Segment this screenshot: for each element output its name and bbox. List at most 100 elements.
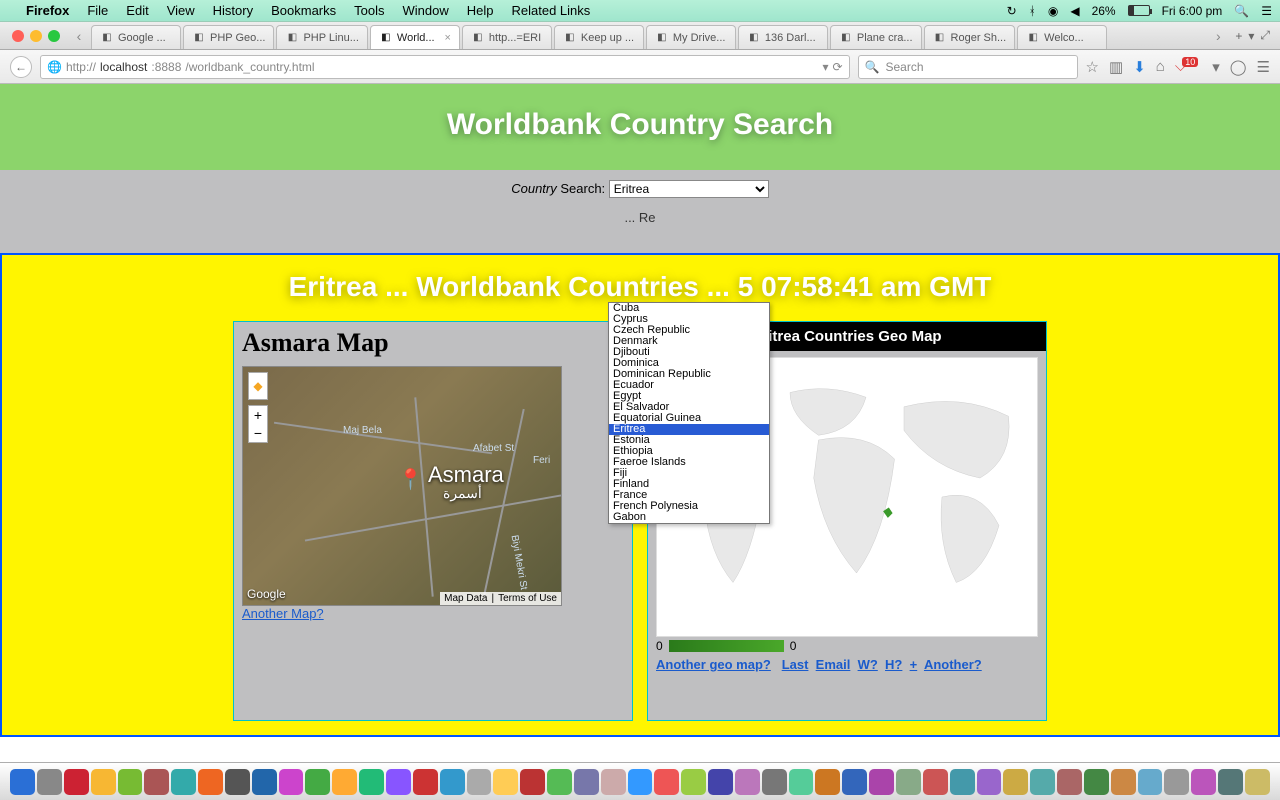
battery-icon[interactable] bbox=[1128, 5, 1150, 16]
map-terms-link[interactable]: Terms of Use bbox=[498, 593, 557, 604]
pocket-icon[interactable]: ⌵10 bbox=[1175, 58, 1202, 75]
volume-icon[interactable]: ◀ bbox=[1070, 4, 1079, 18]
dock-app-icon[interactable] bbox=[252, 769, 277, 795]
dock-app-icon[interactable] bbox=[681, 769, 706, 795]
dock-app-icon[interactable] bbox=[842, 769, 867, 795]
dock-app-icon[interactable] bbox=[977, 769, 1002, 795]
dock-app-icon[interactable] bbox=[467, 769, 492, 795]
browser-tab[interactable]: ◧http...=ERI bbox=[462, 25, 552, 49]
link-email[interactable]: Email bbox=[816, 657, 851, 672]
reader-mode-icon[interactable]: ▾ bbox=[822, 60, 828, 74]
link-another-geo[interactable]: Another geo map? bbox=[656, 657, 771, 672]
dock-app-icon[interactable] bbox=[305, 769, 330, 795]
dock-app-icon[interactable] bbox=[440, 769, 465, 795]
timemachine-icon[interactable]: ↻ bbox=[1007, 4, 1017, 18]
dock-app-icon[interactable] bbox=[1138, 769, 1163, 795]
reload-button[interactable]: ⟳ bbox=[832, 60, 842, 74]
dock-app-icon[interactable] bbox=[547, 769, 572, 795]
browser-tab[interactable]: ◧PHP Linu... bbox=[276, 25, 367, 49]
menu-help[interactable]: Help bbox=[467, 3, 494, 18]
dock-app-icon[interactable] bbox=[1218, 769, 1243, 795]
menubar-app[interactable]: Firefox bbox=[26, 3, 69, 18]
dock-app-icon[interactable] bbox=[654, 769, 679, 795]
dock-app-icon[interactable] bbox=[708, 769, 733, 795]
menu-tools[interactable]: Tools bbox=[354, 3, 384, 18]
dock-app-icon[interactable] bbox=[386, 769, 411, 795]
dock-app-icon[interactable] bbox=[144, 769, 169, 795]
wifi-icon[interactable]: ◉ bbox=[1048, 4, 1058, 18]
search-bar[interactable]: 🔍 Search bbox=[858, 55, 1078, 79]
dock-app-icon[interactable] bbox=[1084, 769, 1109, 795]
dock-app-icon[interactable] bbox=[896, 769, 921, 795]
dock-app-icon[interactable] bbox=[601, 769, 626, 795]
link-last[interactable]: Last bbox=[782, 657, 809, 672]
tab-scroll-right[interactable]: › bbox=[1207, 28, 1229, 44]
dock-app-icon[interactable] bbox=[923, 769, 948, 795]
link-another[interactable]: Another? bbox=[924, 657, 982, 672]
dock-app-icon[interactable] bbox=[225, 769, 250, 795]
browser-tab[interactable]: ◧Welco... bbox=[1017, 25, 1107, 49]
dock-app-icon[interactable] bbox=[279, 769, 304, 795]
dock-app-icon[interactable] bbox=[762, 769, 787, 795]
tab-scroll-left[interactable]: ‹ bbox=[68, 22, 90, 49]
dock-app-icon[interactable] bbox=[64, 769, 89, 795]
dock-app-icon[interactable] bbox=[1030, 769, 1055, 795]
map-data-link[interactable]: Map Data bbox=[444, 593, 487, 604]
browser-tab[interactable]: ◧World...× bbox=[370, 25, 460, 49]
menu-file[interactable]: File bbox=[87, 3, 108, 18]
dropdown-option[interactable]: Faeroe Islands bbox=[609, 457, 769, 468]
window-close-button[interactable] bbox=[12, 30, 24, 42]
bluetooth-icon[interactable]: ᚼ bbox=[1029, 4, 1036, 18]
dock-app-icon[interactable] bbox=[789, 769, 814, 795]
dropdown-icon[interactable]: ▾ bbox=[1212, 58, 1220, 76]
downloads-icon[interactable]: ⬇ bbox=[1133, 58, 1146, 76]
fullscreen-icon[interactable]: ⤢ bbox=[1260, 28, 1270, 43]
google-map[interactable]: ◆ +− Maj Bela Afabet St Feri Biyi Mekri … bbox=[242, 366, 562, 606]
dock-app-icon[interactable] bbox=[1164, 769, 1189, 795]
dock-app-icon[interactable] bbox=[735, 769, 760, 795]
dock-app-icon[interactable] bbox=[628, 769, 653, 795]
menu-edit[interactable]: Edit bbox=[126, 3, 148, 18]
address-bar[interactable]: 🌐 http://localhost:8888/worldbank_countr… bbox=[40, 55, 850, 79]
browser-tab[interactable]: ◧Keep up ... bbox=[554, 25, 644, 49]
another-map-link[interactable]: Another Map? bbox=[242, 606, 324, 621]
browser-tab[interactable]: ◧Plane cra... bbox=[830, 25, 922, 49]
home-icon[interactable]: ⌂ bbox=[1156, 58, 1165, 75]
browser-tab[interactable]: ◧My Drive... bbox=[646, 25, 736, 49]
library-icon[interactable]: ▥ bbox=[1109, 58, 1123, 76]
browser-tab[interactable]: ◧PHP Geo... bbox=[183, 25, 274, 49]
tab-list-button[interactable]: ▾ bbox=[1248, 29, 1254, 43]
new-tab-button[interactable]: + bbox=[1235, 29, 1242, 43]
spotlight-icon[interactable]: 🔍 bbox=[1234, 4, 1249, 18]
menu-bookmarks[interactable]: Bookmarks bbox=[271, 3, 336, 18]
country-select[interactable]: Eritrea bbox=[609, 180, 769, 198]
menubar-clock[interactable]: Fri 6:00 pm bbox=[1162, 4, 1223, 18]
dock-app-icon[interactable] bbox=[91, 769, 116, 795]
dock-app-icon[interactable] bbox=[1003, 769, 1028, 795]
mac-dock[interactable] bbox=[0, 762, 1280, 800]
country-dropdown-list[interactable]: CubaCyprusCzech RepublicDenmarkDjiboutiD… bbox=[608, 302, 770, 524]
bookmark-star-icon[interactable]: ☆ bbox=[1086, 58, 1099, 76]
menu-window[interactable]: Window bbox=[403, 3, 449, 18]
window-minimize-button[interactable] bbox=[30, 30, 42, 42]
dock-app-icon[interactable] bbox=[359, 769, 384, 795]
map-marker-icon[interactable]: 📍 bbox=[398, 467, 423, 492]
dock-app-icon[interactable] bbox=[520, 769, 545, 795]
dock-app-icon[interactable] bbox=[171, 769, 196, 795]
dock-app-icon[interactable] bbox=[815, 769, 840, 795]
dock-app-icon[interactable] bbox=[869, 769, 894, 795]
dock-app-icon[interactable] bbox=[10, 769, 35, 795]
link-h[interactable]: H? bbox=[885, 657, 902, 672]
hamburger-menu-icon[interactable]: ☰ bbox=[1257, 58, 1270, 76]
menu-view[interactable]: View bbox=[167, 3, 195, 18]
window-zoom-button[interactable] bbox=[48, 30, 60, 42]
dock-app-icon[interactable] bbox=[493, 769, 518, 795]
menu-related-links[interactable]: Related Links bbox=[512, 3, 591, 18]
dock-app-icon[interactable] bbox=[37, 769, 62, 795]
dock-app-icon[interactable] bbox=[1057, 769, 1082, 795]
link-plus[interactable]: + bbox=[910, 657, 918, 672]
dock-app-icon[interactable] bbox=[950, 769, 975, 795]
dock-app-icon[interactable] bbox=[1191, 769, 1216, 795]
dock-app-icon[interactable] bbox=[413, 769, 438, 795]
dock-app-icon[interactable] bbox=[574, 769, 599, 795]
